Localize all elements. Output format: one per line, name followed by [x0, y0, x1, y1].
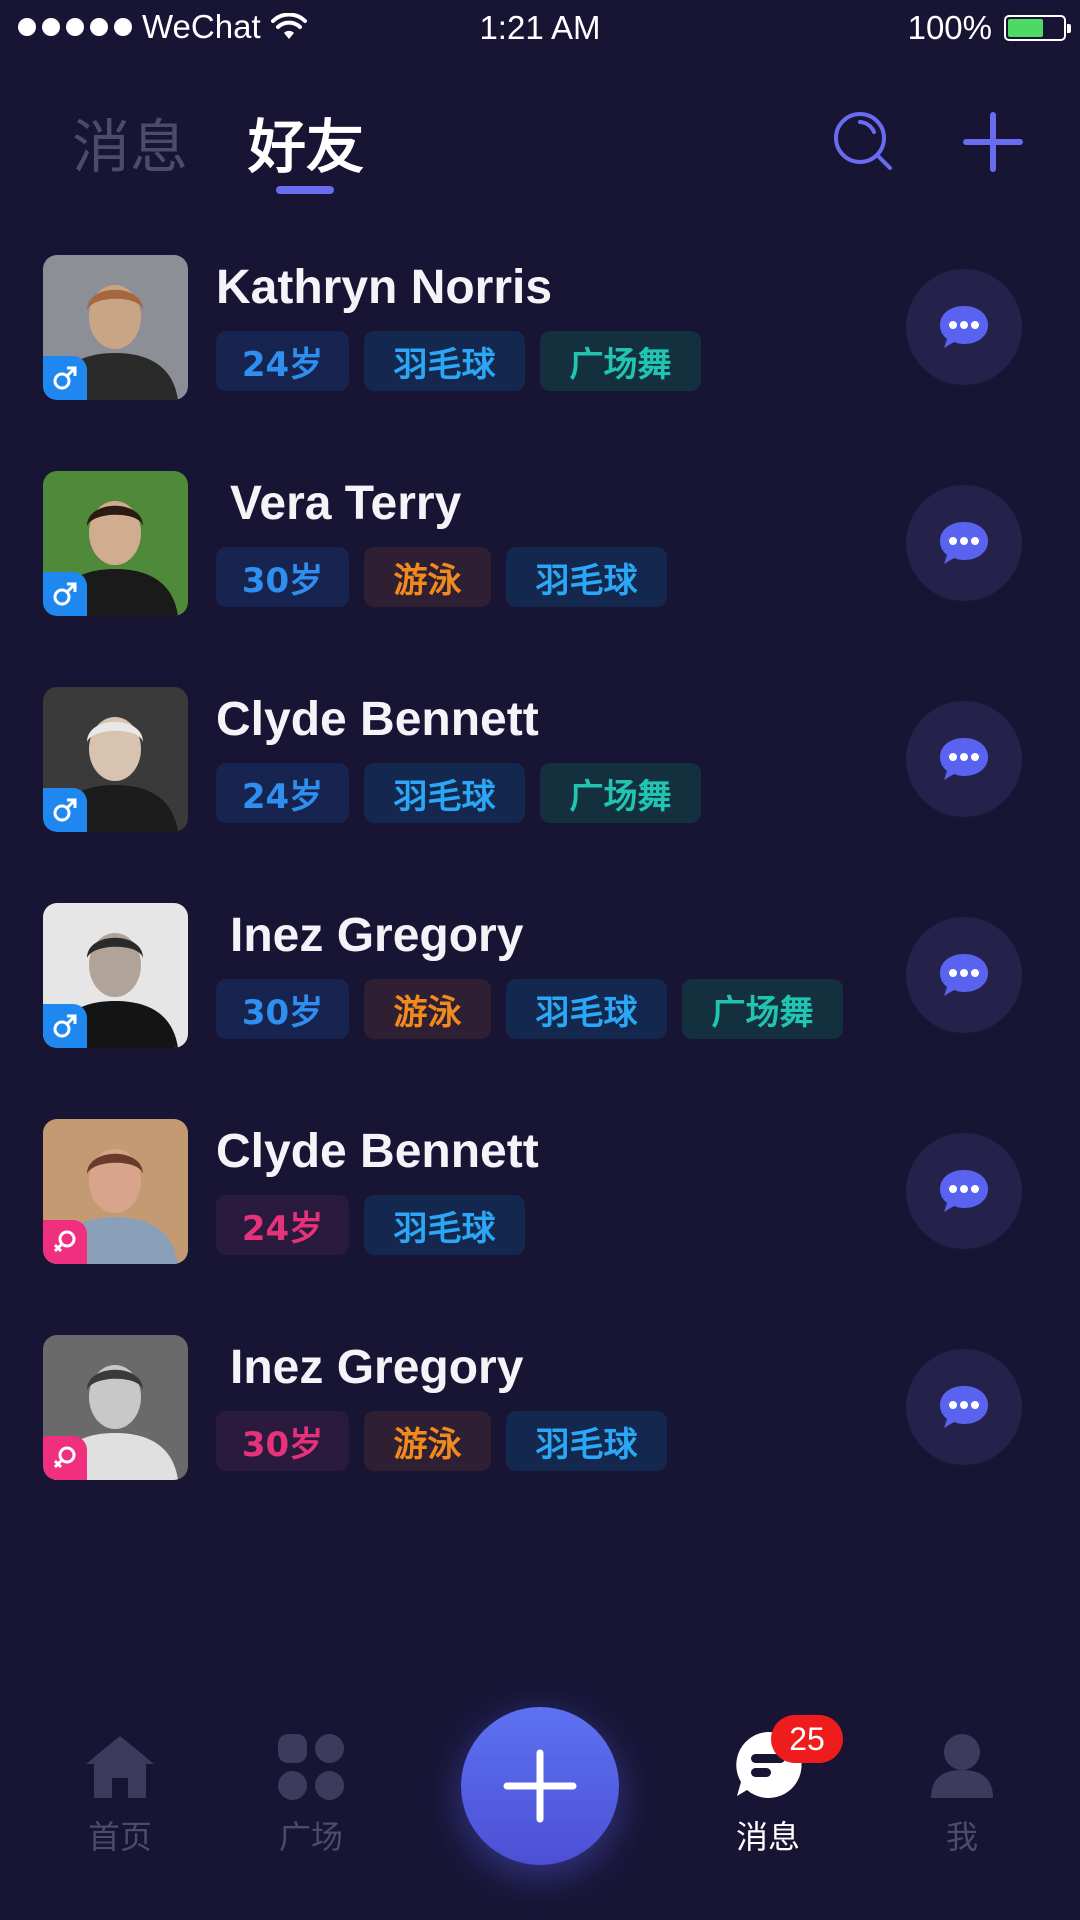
chat-button[interactable]: [906, 1133, 1022, 1249]
friend-list: Kathryn Norris 24岁 羽毛球 广场舞 Vera Terry 30岁 游泳 羽毛…: [0, 248, 1080, 1544]
interest-tag: 游泳: [364, 979, 491, 1039]
male-icon: [43, 356, 87, 400]
male-icon: [43, 788, 87, 832]
interest-tag: 羽毛球: [506, 979, 667, 1039]
tag-list: 24岁 羽毛球 广场舞: [216, 763, 701, 823]
chat-button[interactable]: [906, 701, 1022, 817]
nav-messages-label: 消息: [735, 1818, 800, 1856]
avatar[interactable]: [43, 903, 188, 1048]
friend-row[interactable]: Clyde Bennett 24岁 羽毛球: [0, 1112, 1080, 1328]
chat-bubble-icon: [940, 522, 988, 564]
nav-me-label: 我: [945, 1818, 978, 1856]
friend-row[interactable]: Inez Gregory 30岁 游泳 羽毛球: [0, 1328, 1080, 1544]
tag-list: 30岁 游泳 羽毛球 广场舞: [216, 979, 843, 1039]
interest-tag: 游泳: [364, 547, 491, 607]
chat-button[interactable]: [906, 485, 1022, 601]
tag-list: 24岁 羽毛球 广场舞: [216, 331, 701, 391]
active-tab-indicator: [276, 186, 335, 194]
add-friend-button[interactable]: [957, 106, 1029, 178]
tab-friends[interactable]: 好友: [248, 100, 365, 194]
tag-list: 24岁 羽毛球: [216, 1195, 525, 1255]
tag-list: 30岁 游泳 羽毛球: [216, 547, 667, 607]
interest-tag: 广场舞: [540, 763, 701, 823]
grid-icon: [278, 1734, 344, 1800]
friend-name: Clyde Bennett: [216, 693, 539, 746]
female-icon: [43, 1220, 87, 1264]
friend-row[interactable]: Inez Gregory 30岁 游泳 羽毛球 广场舞: [0, 896, 1080, 1112]
message-count-badge: 25: [771, 1715, 843, 1763]
friend-row[interactable]: Vera Terry 30岁 游泳 羽毛球: [0, 464, 1080, 680]
interest-tag: 30岁: [216, 1411, 349, 1471]
chat-bubble-icon: [940, 738, 988, 780]
nav-square[interactable]: 广场: [251, 1720, 371, 1858]
tag-list: 30岁 游泳 羽毛球: [216, 1411, 667, 1471]
chat-button[interactable]: [906, 917, 1022, 1033]
battery-percent: 100%: [907, 9, 992, 46]
interest-tag: 24岁: [216, 1195, 349, 1255]
interest-tag: 羽毛球: [506, 1411, 667, 1471]
tab-messages-label: 消息: [72, 113, 189, 181]
chat-bubble-icon: [940, 954, 988, 996]
user-icon: [931, 1734, 993, 1798]
avatar[interactable]: [43, 1335, 188, 1480]
status-bar: WeChat 1:21 AM 100%: [0, 0, 1080, 58]
chat-bubble-icon: [940, 1386, 988, 1428]
status-right: 100%: [907, 9, 1071, 47]
avatar[interactable]: [43, 255, 188, 400]
battery-level: [1008, 19, 1043, 37]
avatar[interactable]: [43, 1119, 188, 1264]
tab-messages[interactable]: 消息: [72, 100, 188, 184]
nav-home-label: 首页: [87, 1818, 152, 1856]
tab-friends-label: 好友: [248, 113, 365, 181]
interest-tag: 羽毛球: [364, 331, 525, 391]
avatar[interactable]: [43, 687, 188, 832]
female-icon: [43, 1436, 87, 1480]
interest-tag: 羽毛球: [506, 547, 667, 607]
friend-name: Kathryn Norris: [216, 261, 553, 314]
search-icon: [834, 112, 892, 170]
male-icon: [43, 1004, 87, 1048]
interest-tag: 游泳: [364, 1411, 491, 1471]
interest-tag: 广场舞: [540, 331, 701, 391]
plus-icon: [963, 112, 1023, 172]
nav-home[interactable]: 首页: [60, 1720, 180, 1858]
interest-tag: 30岁: [216, 979, 349, 1039]
interest-tag: 广场舞: [682, 979, 843, 1039]
friend-row[interactable]: Kathryn Norris 24岁 羽毛球 广场舞: [0, 248, 1080, 464]
header-tabs: 消息 好友: [72, 100, 365, 194]
interest-tag: 24岁: [216, 763, 349, 823]
friend-name: Vera Terry: [230, 477, 462, 530]
chat-bubble-icon: [940, 306, 988, 348]
nav-square-label: 广场: [278, 1818, 343, 1856]
search-button[interactable]: [828, 106, 900, 178]
interest-tag: 30岁: [216, 547, 349, 607]
friend-row[interactable]: Clyde Bennett 24岁 羽毛球 广场舞: [0, 680, 1080, 896]
avatar[interactable]: [43, 471, 188, 616]
chat-button[interactable]: [906, 1349, 1022, 1465]
chat-button[interactable]: [906, 269, 1022, 385]
friend-name: Inez Gregory: [230, 1341, 524, 1394]
interest-tag: 羽毛球: [364, 1195, 525, 1255]
friend-name: Inez Gregory: [230, 909, 524, 962]
nav-me[interactable]: 我: [902, 1720, 1022, 1858]
friend-name: Clyde Bennett: [216, 1125, 539, 1178]
home-icon: [86, 1736, 154, 1798]
chat-bubble-icon: [940, 1170, 988, 1212]
interest-tag: 24岁: [216, 331, 349, 391]
create-fab-button[interactable]: [461, 1707, 619, 1865]
battery-icon: [1004, 15, 1071, 41]
plus-icon: [503, 1749, 577, 1823]
interest-tag: 羽毛球: [364, 763, 525, 823]
male-icon: [43, 572, 87, 616]
